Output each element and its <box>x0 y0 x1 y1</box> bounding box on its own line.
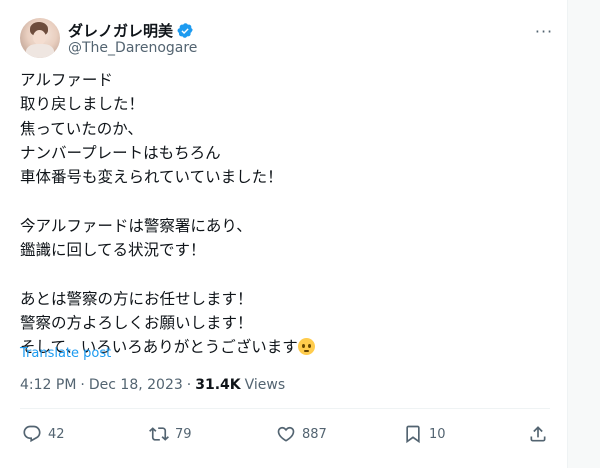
meta-separator: · <box>186 377 192 393</box>
reply-count: 42 <box>48 426 65 442</box>
tweet-meta: 4:12 PM · Dec 18, 2023 · 31.4K Views <box>20 377 285 393</box>
repost-button[interactable]: 79 <box>149 424 192 444</box>
bookmark-button[interactable]: 10 <box>403 424 446 444</box>
reply-icon <box>22 424 42 444</box>
verified-badge-icon <box>177 22 194 39</box>
repost-icon <box>149 424 169 444</box>
repost-count: 79 <box>175 426 192 442</box>
like-count: 887 <box>302 426 327 442</box>
author-handle[interactable]: @The_Darenogare <box>68 40 197 56</box>
views-label: Views <box>244 377 286 393</box>
more-icon: ··· <box>534 21 554 41</box>
more-options-button[interactable]: ··· <box>532 20 556 42</box>
heart-icon <box>276 424 296 444</box>
tweet-time[interactable]: 4:12 PM <box>20 377 76 393</box>
share-icon <box>528 424 548 444</box>
reply-button[interactable]: 42 <box>22 424 65 444</box>
translate-post-link[interactable]: Translate post <box>20 346 111 361</box>
tweet-card: ダレノガレ明美 @The_Darenogare ··· アルファード 取り戻しま… <box>0 0 568 468</box>
like-button[interactable]: 887 <box>276 424 327 444</box>
author-name-row[interactable]: ダレノガレ明美 <box>68 20 194 41</box>
share-button[interactable] <box>528 424 548 444</box>
divider <box>20 408 550 409</box>
tweet-text: アルファード 取り戻しました！ 焦っていたのか、 ナンバープレートはもちろん 車… <box>20 68 550 360</box>
bookmark-icon <box>403 424 423 444</box>
pleading-face-emoji-icon <box>297 338 315 356</box>
meta-separator: · <box>80 377 85 393</box>
avatar-body <box>26 44 54 58</box>
tweet-body: アルファード 取り戻しました！ 焦っていたのか、 ナンバープレートはもちろん 車… <box>20 71 298 357</box>
scrollbar-track[interactable] <box>568 0 600 468</box>
bookmark-count: 10 <box>429 426 446 442</box>
views-count: 31.4K <box>195 377 241 393</box>
avatar-face <box>33 30 46 45</box>
tweet-date[interactable]: Dec 18, 2023 <box>89 377 183 393</box>
avatar[interactable] <box>20 18 60 58</box>
display-name[interactable]: ダレノガレ明美 <box>68 20 173 41</box>
